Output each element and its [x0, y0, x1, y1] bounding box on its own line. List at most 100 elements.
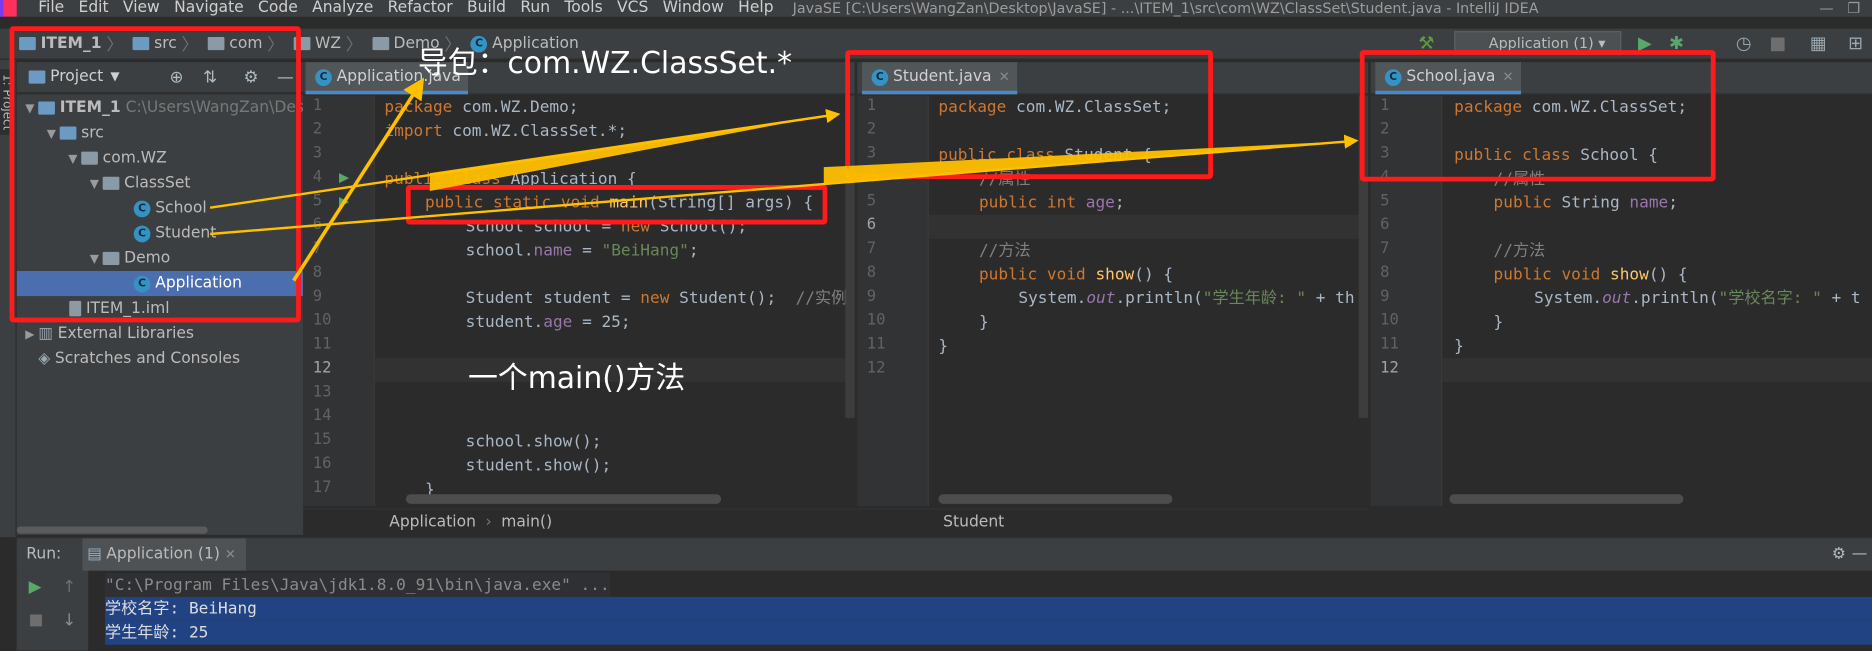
run-gutter-icon[interactable]: ▶	[339, 193, 349, 209]
run-icon[interactable]: ▶	[1638, 33, 1652, 52]
code-line: }	[938, 336, 949, 356]
project-tool-tab[interactable]: 1: Project	[0, 69, 14, 136]
project-scrollbar[interactable]	[16, 525, 304, 535]
scroll-up-icon[interactable]: ↑	[62, 578, 76, 597]
hide-panel-icon[interactable]: —	[1852, 538, 1868, 571]
editor-vertical-scrollbar[interactable]	[1358, 95, 1369, 418]
code-line: }	[1493, 312, 1504, 332]
editor-vertical-scrollbar[interactable]	[845, 95, 855, 418]
line-number: 1	[866, 96, 877, 115]
line-number-current: 12	[312, 359, 332, 378]
crumb-item1[interactable]: ITEM_1 〉	[17, 32, 131, 56]
menu-navigate[interactable]: Navigate	[167, 0, 251, 17]
minimize-restore-icon[interactable]: — ❐	[1819, 0, 1860, 17]
menu-file[interactable]: File	[31, 0, 71, 17]
tree-item-external-libraries[interactable]: ▶ ▥ External Libraries	[17, 321, 304, 346]
run-label: Run:	[26, 545, 62, 564]
tab-school-java[interactable]: C School.java ✕	[1375, 62, 1521, 95]
menu-code[interactable]: Code	[251, 0, 305, 17]
collapse-all-icon[interactable]: ⇅	[203, 68, 217, 87]
tab-student-java[interactable]: C Student.java ✕	[861, 62, 1017, 95]
source-folder-icon	[132, 37, 150, 51]
code-line: Student student = new Student(); //实例	[465, 288, 848, 309]
rerun-icon[interactable]: ▶	[29, 578, 42, 597]
crumb-com[interactable]: com 〉	[205, 32, 291, 56]
console-line-command: "C:\Program Files\Java\jdk1.8.0_91\bin\j…	[105, 573, 610, 597]
stop-icon[interactable]: ■	[1769, 33, 1786, 52]
code-line: //方法	[1493, 241, 1546, 261]
code-line: import com.WZ.ClassSet.*;	[384, 121, 628, 141]
line-number: 13	[312, 383, 332, 402]
menu-view[interactable]: View	[116, 0, 167, 17]
sdk-icon[interactable]: ⊞	[1848, 33, 1863, 52]
hide-panel-icon[interactable]: —	[277, 68, 294, 87]
code-line: public void show() {	[978, 265, 1174, 285]
line-number: 10	[1380, 311, 1399, 330]
gear-icon[interactable]: ⚙	[244, 68, 259, 87]
class-icon: C	[133, 199, 151, 217]
editor-horizontal-scrollbar[interactable]	[1449, 494, 1684, 504]
close-tab-icon[interactable]: ✕	[1503, 69, 1514, 85]
console-output[interactable]: "C:\Program Files\Java\jdk1.8.0_91\bin\j…	[88, 570, 1872, 651]
tree-item-module[interactable]: ▼ ITEM_1 C:\Users\WangZan\Desk	[17, 96, 303, 121]
build-hammer-icon[interactable]: ⚒	[1418, 33, 1434, 52]
tree-item-student[interactable]: C Student	[17, 221, 304, 246]
menu-vcs[interactable]: VCS	[610, 0, 656, 17]
code-line: School school = new School();	[465, 217, 748, 237]
close-tab-icon[interactable]: ✕	[999, 69, 1010, 85]
line-number: 3	[1380, 144, 1390, 163]
tree-item-demo[interactable]: ▼ Demo	[17, 246, 304, 271]
breadcrumb-method[interactable]: main()	[501, 513, 552, 531]
iml-file-icon	[69, 300, 82, 317]
menu-build[interactable]: Build	[460, 0, 513, 17]
stop-icon[interactable]: ■	[29, 611, 44, 629]
tree-item-src[interactable]: ▼ src	[17, 121, 304, 146]
code-line: //方法	[978, 241, 1031, 261]
code-line: package com.WZ.ClassSet;	[938, 97, 1172, 118]
line-number: 12	[866, 359, 886, 378]
project-structure-icon[interactable]: ▦	[1810, 33, 1827, 52]
editor-horizontal-scrollbar[interactable]	[405, 494, 722, 504]
code-area[interactable]: 1 2 3 4 5 6 7 8 9 10 11 12 package com.W…	[1371, 96, 1872, 507]
locate-icon[interactable]: ⊕	[170, 68, 184, 87]
run-configuration-select[interactable]: Application (1) ▾	[1454, 31, 1622, 55]
tree-item-classset[interactable]: ▼ ClassSet	[17, 171, 304, 196]
project-view-select[interactable]: Project	[50, 68, 103, 86]
tree-item-scratches[interactable]: ◈ Scratches and Consoles	[17, 346, 304, 371]
scroll-down-icon[interactable]: ↓	[62, 611, 76, 630]
menu-run[interactable]: Run	[513, 0, 557, 17]
crumb-wz[interactable]: WZ 〉	[291, 32, 370, 56]
menu-tools[interactable]: Tools	[557, 0, 610, 17]
breadcrumb-class[interactable]: Application	[389, 513, 476, 531]
close-tab-icon[interactable]: ✕	[225, 547, 236, 563]
menu-help[interactable]: Help	[731, 0, 781, 17]
source-folder-icon	[59, 126, 77, 140]
editor-breadcrumb: Application › main()	[303, 508, 855, 535]
tree-item-application[interactable]: C Application	[16, 271, 304, 297]
editor-horizontal-scrollbar[interactable]	[938, 494, 1173, 504]
code-area[interactable]: 1 2 3 4 5 6 7 8 9 10 11 12 13 14 15 16 1…	[303, 96, 855, 507]
run-tab-application[interactable]: ▤ Application (1) ✕	[82, 538, 246, 572]
class-icon: C	[1384, 68, 1402, 86]
project-panel-header: Project ▼ ⊕ ⇅ ⚙ —	[16, 62, 304, 94]
gear-icon[interactable]: ⚙	[1832, 538, 1846, 571]
tree-item-package[interactable]: ▼ com.WZ	[17, 146, 304, 171]
line-number: 2	[312, 120, 323, 139]
line-number: 14	[312, 407, 332, 426]
menu-refactor[interactable]: Refactor	[380, 0, 459, 17]
menu-window[interactable]: Window	[655, 0, 731, 17]
code-line: student.age = 25;	[465, 312, 631, 332]
menu-edit[interactable]: Edit	[71, 0, 115, 17]
tree-item-school[interactable]: C School	[17, 196, 304, 221]
tree-item-iml[interactable]: ITEM_1.iml	[17, 296, 304, 321]
menu-analyze[interactable]: Analyze	[305, 0, 380, 17]
code-line: public class School {	[1454, 145, 1658, 165]
coverage-icon[interactable]: ◷	[1736, 33, 1752, 52]
run-console-icon: ▤	[87, 545, 102, 564]
line-number: 15	[312, 430, 332, 449]
crumb-src[interactable]: src 〉	[130, 32, 205, 56]
code-area[interactable]: 1 2 3 4 5 6 7 8 9 10 11 12 package com.W…	[857, 96, 1369, 507]
debug-icon[interactable]: ✱	[1669, 33, 1684, 52]
run-gutter-icon[interactable]: ▶	[339, 170, 349, 186]
breadcrumb-class[interactable]: Student	[943, 513, 1004, 531]
